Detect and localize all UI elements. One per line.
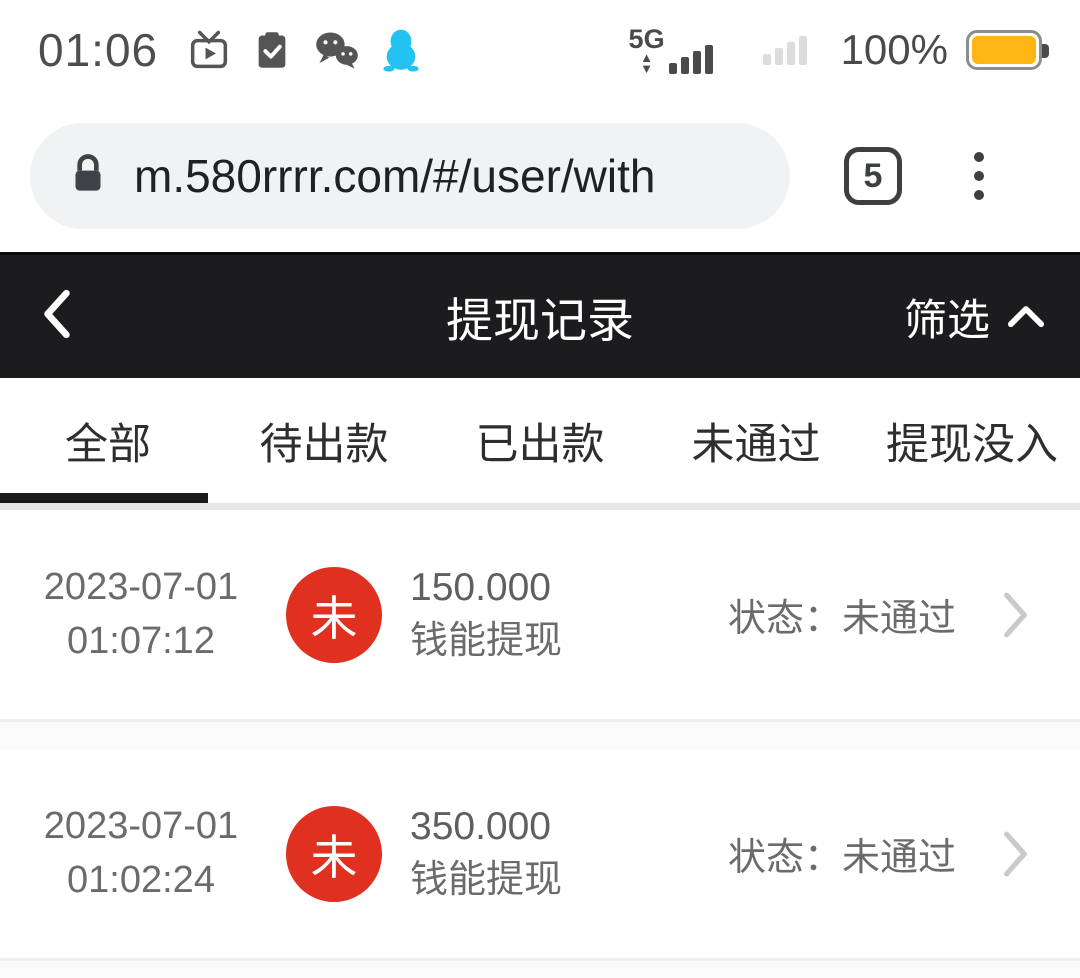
list-divider: [0, 958, 1080, 978]
notification-icons: [188, 28, 420, 72]
browser-menu-button[interactable]: [968, 146, 990, 206]
record-amount: 350.000: [410, 799, 562, 854]
battery-icon: [966, 30, 1042, 70]
tab-count: 5: [864, 157, 883, 196]
tab-pending-payout[interactable]: 待出款: [216, 378, 432, 503]
tv-notification-icon: [188, 29, 230, 71]
record-datetime: 2023-07-01 01:07:12: [0, 561, 282, 669]
tab-rejected[interactable]: 未通过: [648, 378, 864, 503]
clock-time: 01:06: [38, 23, 158, 77]
qq-icon: [382, 28, 420, 72]
url-text: m.580rrrr.com/#/user/with: [134, 149, 655, 203]
record-channel: 钱能提现: [410, 615, 562, 669]
back-button[interactable]: [34, 283, 80, 350]
record-datetime: 2023-07-01 01:02:24: [0, 800, 282, 908]
list-divider: [0, 719, 1080, 749]
battery-percent: 100%: [841, 26, 948, 74]
record-date: 2023-07-01: [0, 800, 282, 854]
wechat-icon: [314, 30, 360, 70]
tab-paid-out[interactable]: 已出款: [432, 378, 648, 503]
withdrawal-record-list: 2023-07-01 01:07:12 未 150.000 钱能提现 状态：未通…: [0, 510, 1080, 978]
clipboard-check-icon: [252, 29, 292, 71]
record-date: 2023-07-01: [0, 561, 282, 615]
signal-bars-sim2-icon: [763, 36, 807, 65]
chevron-up-icon: [1006, 292, 1046, 341]
status-bar-right: 5G ▲▼ 100%: [629, 26, 1042, 74]
status-filter-tabs: 全部 待出款 已出款 未通过 提现没入: [0, 378, 1080, 503]
battery-fill: [972, 36, 1036, 64]
record-amount-block: 150.000 钱能提现: [410, 560, 562, 669]
record-time: 01:02:24: [0, 854, 282, 908]
signal-bars-icon: [669, 45, 713, 74]
record-time: 01:07:12: [0, 615, 282, 669]
back-chevron-icon: [38, 287, 76, 346]
page-header: 提现记录 筛选: [0, 252, 1080, 378]
status-bar: 01:06: [0, 0, 1080, 100]
tab-switcher-button[interactable]: 5: [844, 147, 902, 205]
filter-label: 筛选: [904, 286, 990, 348]
filter-button[interactable]: 筛选: [904, 286, 1046, 348]
tab-not-credited[interactable]: 提现没入: [864, 378, 1080, 503]
chevron-right-icon: [1002, 591, 1030, 639]
tabbar-divider: [0, 503, 1080, 510]
withdrawal-record-row[interactable]: 2023-07-01 01:02:24 未 350.000 钱能提现 状态：未通…: [0, 749, 1080, 958]
network-type-label: 5G: [629, 26, 665, 53]
browser-toolbar: m.580rrrr.com/#/user/with 5: [0, 100, 1080, 252]
record-channel: 钱能提现: [410, 854, 562, 908]
url-bar[interactable]: m.580rrrr.com/#/user/with: [30, 123, 790, 229]
record-amount-block: 350.000 钱能提现: [410, 799, 562, 908]
status-badge: 未: [286, 567, 382, 663]
lock-icon: [68, 152, 108, 201]
data-arrows-icon: ▲▼: [640, 53, 653, 73]
tab-all[interactable]: 全部: [0, 378, 216, 503]
record-status: 状态：未通过: [728, 826, 956, 881]
record-status: 状态：未通过: [728, 587, 956, 642]
record-amount: 150.000: [410, 560, 562, 615]
cellular-signal: 5G ▲▼: [629, 26, 713, 73]
chevron-right-icon: [1002, 830, 1030, 878]
withdrawal-record-row[interactable]: 2023-07-01 01:07:12 未 150.000 钱能提现 状态：未通…: [0, 510, 1080, 719]
status-badge: 未: [286, 806, 382, 902]
